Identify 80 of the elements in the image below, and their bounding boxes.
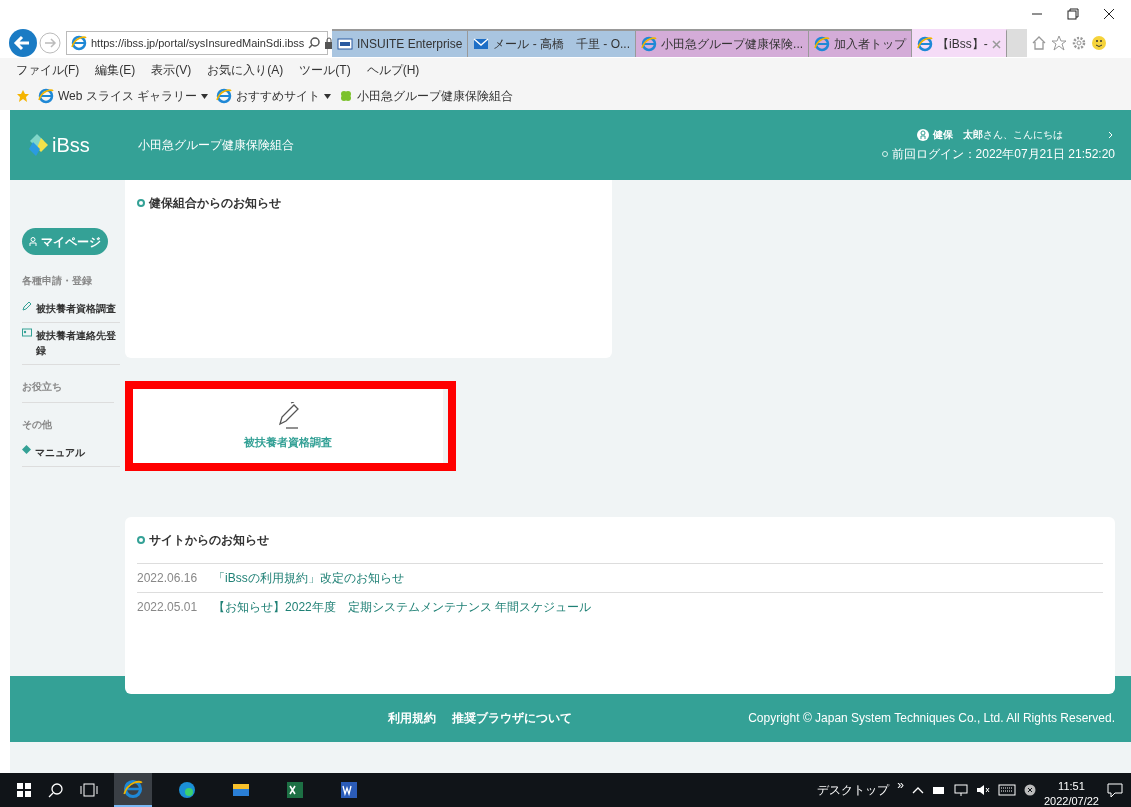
settings-icon[interactable] — [1070, 35, 1087, 51]
organization-name: 小田急グループ健康保険組合 — [137, 137, 294, 154]
clock-date[interactable]: 2022/07/22 — [1043, 796, 1099, 807]
menu-item[interactable]: ヘルプ(H) — [366, 61, 420, 79]
search-icon[interactable] — [48, 782, 64, 798]
browser-tab[interactable]: メール - 高橋 千里 - O... — [468, 29, 637, 57]
browser-tab[interactable]: 加入者トップ — [809, 29, 913, 57]
start-icon[interactable] — [16, 782, 32, 798]
bullet-icon — [137, 536, 145, 544]
menu-item[interactable]: 編集(E) — [95, 61, 136, 79]
smiley-icon[interactable] — [1090, 35, 1107, 51]
copyright-text: Copyright © Japan System Techniques Co., Ltd. All Rights Reserved. — [748, 710, 1116, 727]
section-heading: お役立ち — [22, 379, 114, 403]
more-button[interactable]: » — [897, 776, 904, 794]
battery-icon[interactable] — [931, 784, 946, 796]
search-icon[interactable] — [308, 37, 321, 49]
id-card-icon — [22, 328, 32, 337]
home-icon[interactable] — [1030, 35, 1047, 51]
keyboard-icon[interactable] — [997, 784, 1016, 796]
diamond-icon — [22, 445, 31, 454]
chevron-icon[interactable] — [1107, 130, 1115, 139]
menu-item[interactable]: お気に入り(A) — [207, 61, 284, 79]
browser-tab[interactable]: 小田急グループ健康保険... — [636, 29, 810, 57]
greeting-text: 健保 太郎さん、こんにちは — [933, 128, 1063, 142]
menu-item[interactable]: 表示(V) — [151, 61, 192, 79]
browser-icon — [917, 36, 934, 52]
clock-time[interactable]: 11:51 — [1043, 781, 1099, 792]
news-link[interactable]: 「iBssの利用規約」改定のお知らせ — [213, 569, 404, 587]
app-icon — [337, 36, 353, 52]
card-title: 健保組合からのお知らせ — [149, 195, 281, 212]
logo-icon — [26, 134, 48, 156]
notification-icon[interactable] — [1107, 782, 1123, 798]
task-view-icon[interactable] — [80, 782, 98, 798]
favorite-link[interactable]: Web スライス ギャラリー — [38, 87, 209, 105]
bullet-icon — [137, 199, 145, 207]
card-title: サイトからのお知らせ — [149, 532, 269, 549]
pen-icon — [22, 301, 32, 311]
menu-item[interactable]: ファイル(F) — [16, 61, 80, 79]
section-heading: その他 — [22, 418, 53, 432]
clover-icon — [339, 89, 354, 103]
spreadsheet-icon — [285, 780, 305, 800]
browser-icon — [123, 779, 143, 799]
mail-icon — [473, 36, 490, 52]
user-icon — [917, 128, 929, 141]
person-icon — [29, 237, 37, 246]
sidebar-item[interactable]: 被扶養者資格調査 — [22, 296, 120, 323]
status-icon[interactable] — [1023, 784, 1036, 796]
lock-icon — [324, 37, 335, 49]
caret-icon — [201, 93, 209, 99]
clock-icon — [881, 151, 888, 157]
desktop-toolbar-label[interactable]: デスクトップ — [817, 781, 890, 799]
sidebar-item[interactable]: マニュアル — [22, 440, 120, 467]
chevron-up-icon[interactable] — [911, 785, 924, 795]
edge-icon — [177, 780, 197, 800]
news-date: 2022.06.16 — [137, 570, 198, 587]
menu-item[interactable]: ツール(T) — [299, 61, 351, 79]
browser-icon — [38, 88, 54, 104]
last-login-text: 前回ログイン：2022年07月21日 21:52:20 — [891, 146, 1115, 163]
news-date: 2022.05.01 — [137, 599, 198, 616]
close-icon[interactable] — [1103, 8, 1115, 20]
back-icon[interactable] — [8, 28, 38, 58]
news-link[interactable]: 【お知らせ】2022年度 定期システムメンテナンス 年間スケジュール — [213, 598, 592, 616]
favorite-link[interactable]: おすすめサイト — [216, 87, 332, 105]
browser-icon — [71, 35, 87, 51]
favorite-link[interactable]: 小田急グループ健康保険組合 — [339, 87, 514, 105]
browser-icon — [216, 88, 233, 104]
restore-icon[interactable] — [1067, 8, 1079, 20]
browser-tab[interactable]: INSUITE Enterprise — [332, 29, 469, 57]
speaker-muted-icon[interactable] — [975, 783, 990, 797]
sidebar-item[interactable]: 被扶養者連絡先登録 — [22, 323, 120, 365]
browser-icon — [641, 36, 658, 52]
document-icon — [339, 780, 359, 800]
logo-text: iBss — [52, 133, 90, 158]
star-icon[interactable] — [1050, 35, 1067, 51]
network-icon[interactable] — [953, 783, 968, 797]
pen-icon — [276, 401, 300, 430]
browser-icon — [814, 36, 831, 52]
section-heading: 各種申請・登録 — [22, 274, 93, 288]
caret-icon — [324, 93, 332, 99]
browser-tab[interactable]: 【iBss】- — [912, 29, 1007, 57]
